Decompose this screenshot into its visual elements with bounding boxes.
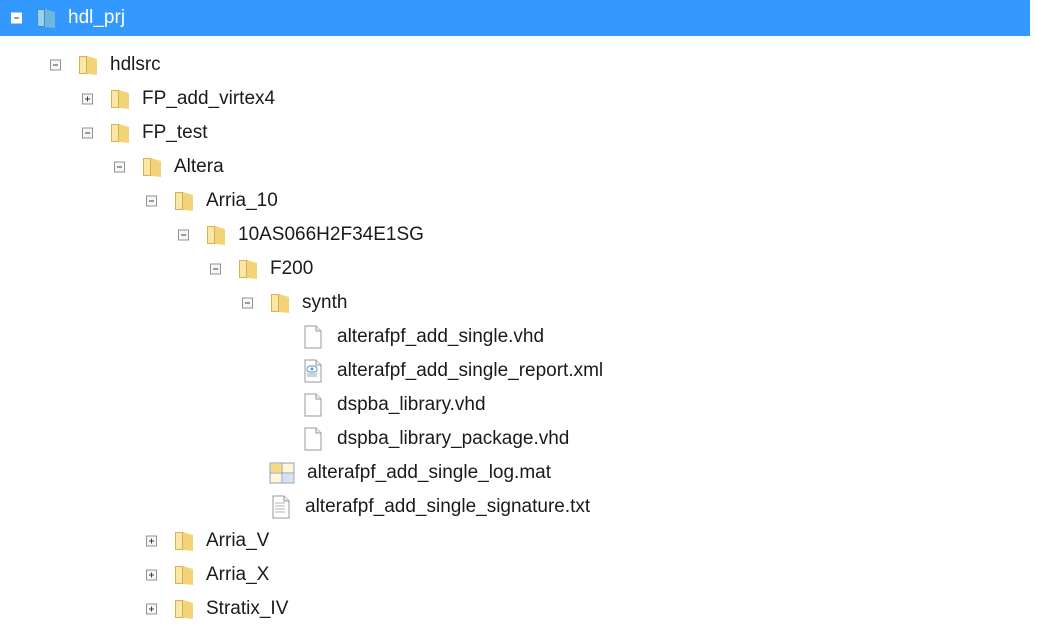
tree-row[interactable]: Arria_10 (0, 184, 1030, 218)
tree-row[interactable]: dspba_library_package.vhd (0, 422, 1030, 456)
collapse-icon[interactable] (242, 297, 253, 309)
tree-item-label: hdlsrc (110, 54, 161, 75)
expand-icon[interactable] (146, 569, 157, 581)
folder-icon (269, 291, 291, 315)
folder-icon (35, 6, 57, 30)
tree-row[interactable]: hdlsrc (0, 48, 1030, 82)
mat-file-icon (269, 461, 295, 485)
tree-item-label: Arria_10 (206, 190, 278, 211)
tree-item-label: F200 (270, 258, 314, 279)
tree-row[interactable]: synth (0, 286, 1030, 320)
collapse-icon[interactable] (178, 229, 189, 241)
tree-row[interactable]: FP_add_virtex4 (0, 82, 1030, 116)
file-icon (302, 427, 324, 451)
tree-item-label: FP_test (142, 122, 208, 143)
collapse-icon[interactable] (114, 161, 125, 173)
folder-icon (109, 87, 131, 111)
tree-item-label: Altera (174, 156, 224, 177)
tree-row[interactable]: 10AS066H2F34E1SG (0, 218, 1030, 252)
folder-icon (205, 223, 227, 247)
folder-icon (173, 563, 195, 587)
collapse-icon[interactable] (82, 127, 93, 139)
tree-item-label: synth (302, 292, 348, 313)
text-file-icon (270, 495, 292, 519)
folder-icon (173, 529, 195, 553)
expand-icon[interactable] (146, 535, 157, 547)
tree-item-label: alterafpf_add_single_signature.txt (305, 496, 591, 517)
tree-row[interactable]: Altera (0, 150, 1030, 184)
tree-row[interactable]: alterafpf_add_single_log.mat (0, 456, 1030, 490)
folder-icon (141, 155, 163, 179)
tree-item-label: alterafpf_add_single_report.xml (337, 360, 604, 381)
tree-item-label: Arria_X (206, 564, 270, 585)
folder-icon (237, 257, 259, 281)
collapse-icon[interactable] (50, 59, 61, 71)
folder-tree: hdl_prj hdlsrc FP_add_virtex4 FP_test Al… (0, 0, 1037, 619)
tree-item-label: alterafpf_add_single_log.mat (307, 462, 552, 483)
file-icon (302, 393, 324, 417)
folder-icon (173, 597, 195, 621)
xml-file-icon (302, 359, 324, 383)
tree-row[interactable]: alterafpf_add_single_signature.txt (0, 490, 1030, 524)
tree-item-label: dspba_library_package.vhd (337, 428, 570, 449)
tree-item-label: FP_add_virtex4 (142, 88, 276, 109)
collapse-icon[interactable] (146, 195, 157, 207)
tree-row[interactable]: Arria_V (0, 524, 1030, 558)
expand-icon[interactable] (146, 603, 157, 615)
file-icon (302, 325, 324, 349)
tree-row[interactable]: F200 (0, 252, 1030, 286)
tree-row[interactable]: Stratix_IV (0, 592, 1030, 626)
tree-item-label: 10AS066H2F34E1SG (238, 224, 424, 245)
tree-row[interactable]: Arria_X (0, 558, 1030, 592)
tree-item-label: Stratix_IV (206, 598, 289, 619)
tree-row[interactable]: alterafpf_add_single.vhd (0, 320, 1030, 354)
tree-row[interactable]: hdl_prj (0, 0, 1030, 36)
tree-row[interactable]: dspba_library.vhd (0, 388, 1030, 422)
collapse-icon[interactable] (11, 12, 22, 24)
folder-icon (77, 53, 99, 77)
tree-item-label: dspba_library.vhd (337, 394, 486, 415)
folder-icon (173, 189, 195, 213)
tree-item-label: alterafpf_add_single.vhd (337, 326, 545, 347)
tree-row[interactable]: FP_test (0, 116, 1030, 150)
tree-row[interactable]: alterafpf_add_single_report.xml (0, 354, 1030, 388)
folder-icon (109, 121, 131, 145)
tree-item-label: Arria_V (206, 530, 270, 551)
collapse-icon[interactable] (210, 263, 221, 275)
expand-icon[interactable] (82, 93, 93, 105)
tree-item-label: hdl_prj (68, 7, 126, 28)
